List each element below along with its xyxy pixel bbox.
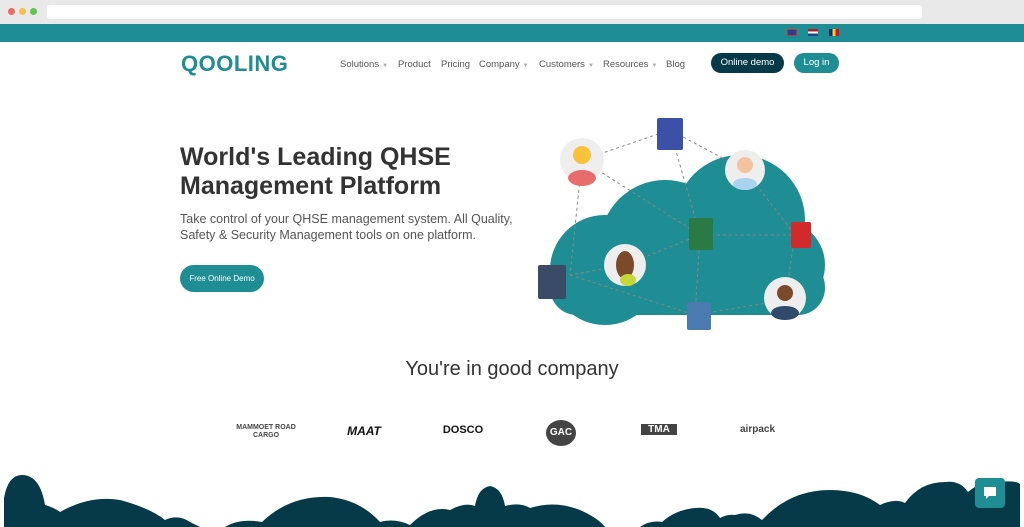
hero-title: World's Leading QHSE Management Platform xyxy=(180,143,451,200)
nav-company[interactable]: Company ▼ xyxy=(479,59,529,70)
checklist-file-icon xyxy=(689,218,713,250)
customer-logo-dosco: DOSCO xyxy=(442,424,484,436)
nav-label: Resources xyxy=(603,59,649,70)
nl-flag-icon[interactable] xyxy=(808,29,818,36)
folder-file-icon xyxy=(687,302,711,330)
chat-bubble-icon xyxy=(984,487,996,499)
language-bar xyxy=(0,24,1024,42)
customer-logo-airpack: airpack xyxy=(739,424,776,435)
chat-button[interactable] xyxy=(975,478,1005,508)
customer-logo-gac: GAC xyxy=(546,420,576,446)
org-chart-file-icon xyxy=(657,118,683,150)
chevron-down-icon: ▼ xyxy=(587,63,594,69)
nav-pricing[interactable]: Pricing xyxy=(441,59,470,70)
chevron-down-icon: ▼ xyxy=(382,63,389,69)
customer-logo-maat: MAAT xyxy=(347,424,381,438)
nav-label: Solutions xyxy=(340,59,380,70)
nav-blog[interactable]: Blog xyxy=(666,59,685,70)
database-file-icon xyxy=(538,265,566,299)
nav-customers[interactable]: Customers ▼ xyxy=(539,59,594,70)
minimize-dot-icon[interactable] xyxy=(19,8,26,15)
online-demo-button[interactable]: Online demo xyxy=(711,53,784,73)
customer-logo-mammoet: MAMMOET ROAD CARGO xyxy=(236,424,296,439)
logo[interactable]: QOOLING xyxy=(181,51,288,77)
login-button[interactable]: Log in xyxy=(794,53,839,73)
close-dot-icon[interactable] xyxy=(8,8,15,15)
customers-heading: You're in good company xyxy=(405,358,619,380)
user-avatar-icon xyxy=(560,138,604,186)
uk-flag-icon[interactable] xyxy=(787,29,797,36)
nav-label: Company xyxy=(479,59,520,70)
cloud-illustration xyxy=(538,118,825,330)
address-bar[interactable] xyxy=(47,5,922,19)
customer-logo-tma: TMA xyxy=(641,424,677,435)
nav-solutions[interactable]: Solutions ▼ xyxy=(340,59,388,70)
chevron-down-icon: ▼ xyxy=(651,63,658,69)
footer-clouds xyxy=(4,475,1020,527)
user-avatar-icon xyxy=(725,150,765,190)
main-nav: QOOLING Solutions ▼ Product Pricing Compa… xyxy=(0,42,1024,86)
maximize-dot-icon[interactable] xyxy=(30,8,37,15)
nav-product[interactable]: Product xyxy=(398,59,431,70)
browser-chrome xyxy=(0,0,1024,24)
nav-resources[interactable]: Resources ▼ xyxy=(603,59,657,70)
chevron-down-icon: ▼ xyxy=(522,63,529,69)
user-avatar-icon xyxy=(604,244,646,286)
ro-flag-icon[interactable] xyxy=(829,29,839,36)
free-demo-button[interactable]: Free Online Demo xyxy=(180,265,264,292)
nav-label: Customers xyxy=(539,59,585,70)
pdf-file-icon xyxy=(791,222,811,248)
hero-subtitle: Take control of your QHSE management sys… xyxy=(180,212,513,242)
